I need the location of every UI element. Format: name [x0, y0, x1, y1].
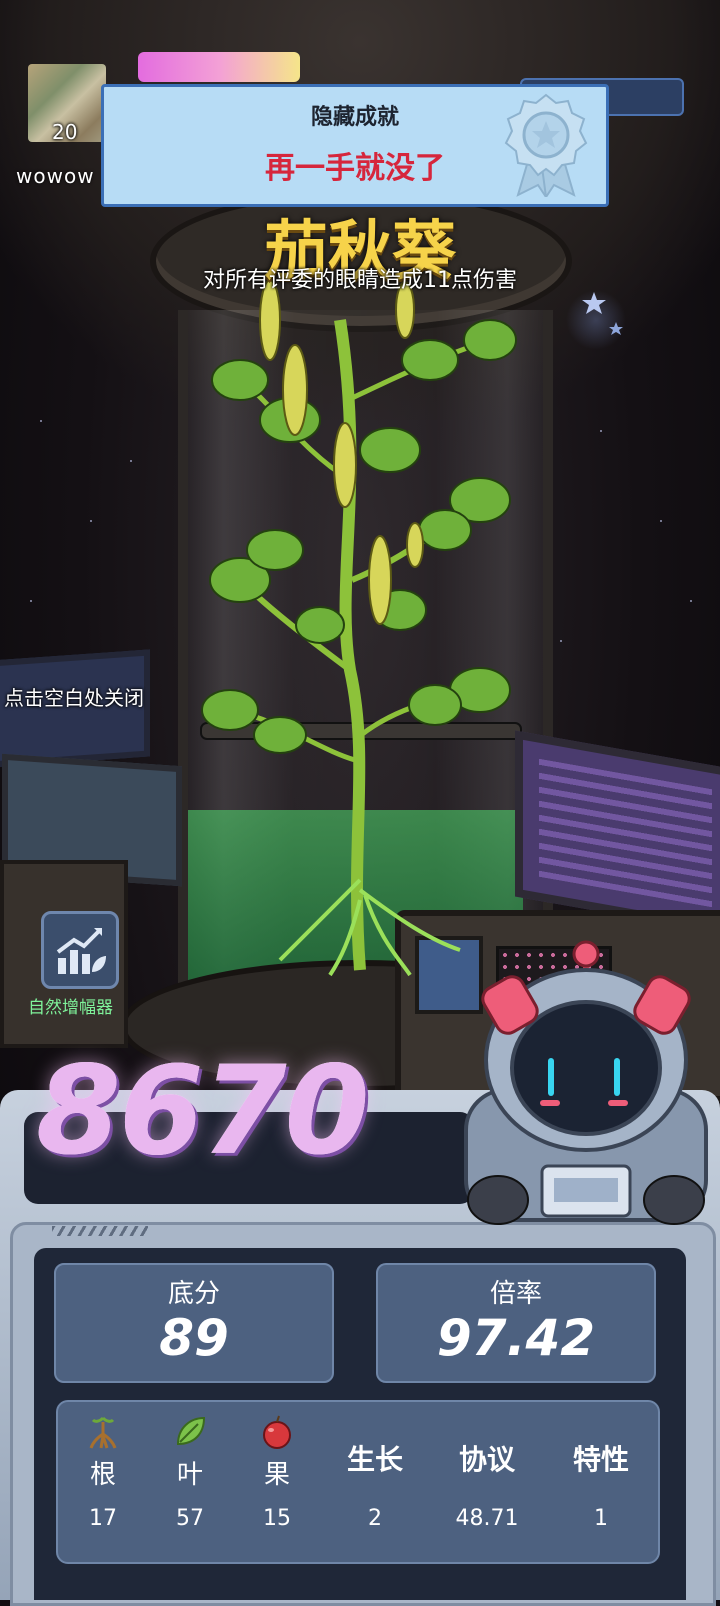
booster-label: 自然增幅器: [28, 998, 113, 1018]
multiplier-card: 倍率 97.42: [376, 1263, 656, 1383]
title-banner: [138, 52, 300, 82]
leaf-icon: [176, 1416, 206, 1446]
player-level: 20: [52, 120, 78, 144]
base-score-label: 底分: [167, 1279, 220, 1309]
natural-booster-button[interactable]: [41, 911, 119, 989]
attribute-label: 叶: [176, 1460, 203, 1490]
attribute-growth: 生长 2: [330, 1402, 420, 1562]
multiplier-value: 97.42: [436, 1309, 596, 1367]
attributes-panel: 根 17 叶 57 果 15 生长 2 协议 48.71 特性 1: [56, 1400, 660, 1564]
attribute-protocol: 协议 48.71: [442, 1402, 532, 1562]
attribute-value: 1: [594, 1506, 608, 1531]
close-hint: 点击空白处关闭: [4, 686, 144, 710]
attribute-value: 17: [89, 1506, 117, 1531]
base-score-card: 底分 89: [54, 1263, 334, 1383]
attribute-label: 果: [263, 1460, 290, 1490]
medal-icon: [504, 93, 588, 197]
robot-mascot: [464, 940, 708, 1225]
multiplier-label: 倍率: [489, 1279, 542, 1309]
achievement-popup: 隐藏成就 再一手就没了: [101, 84, 609, 207]
fruit-icon: [263, 1415, 291, 1449]
attribute-leaf: 叶 57: [145, 1402, 235, 1562]
attribute-label: 特性: [572, 1443, 629, 1476]
attribute-root: 根 17: [58, 1402, 148, 1562]
attribute-label: 生长: [346, 1443, 403, 1476]
attribute-label: 协议: [458, 1443, 515, 1476]
total-score: 8670: [36, 1040, 370, 1182]
attribute-value: 15: [263, 1506, 291, 1531]
attribute-value: 48.71: [455, 1506, 519, 1531]
plant-illustration: [201, 280, 517, 977]
panel-grip: [52, 1226, 148, 1236]
base-score-value: 89: [159, 1309, 229, 1367]
attribute-label: 根: [89, 1460, 116, 1490]
attribute-value: 2: [368, 1506, 382, 1531]
attribute-value: 57: [176, 1506, 204, 1531]
star-orb: [566, 290, 626, 350]
attribute-trait: 特性 1: [556, 1402, 646, 1562]
growth-chart-icon: [56, 928, 106, 974]
attribute-fruit: 果 15: [232, 1402, 322, 1562]
root-icon: [89, 1416, 117, 1449]
player-name: wowow: [16, 164, 95, 188]
